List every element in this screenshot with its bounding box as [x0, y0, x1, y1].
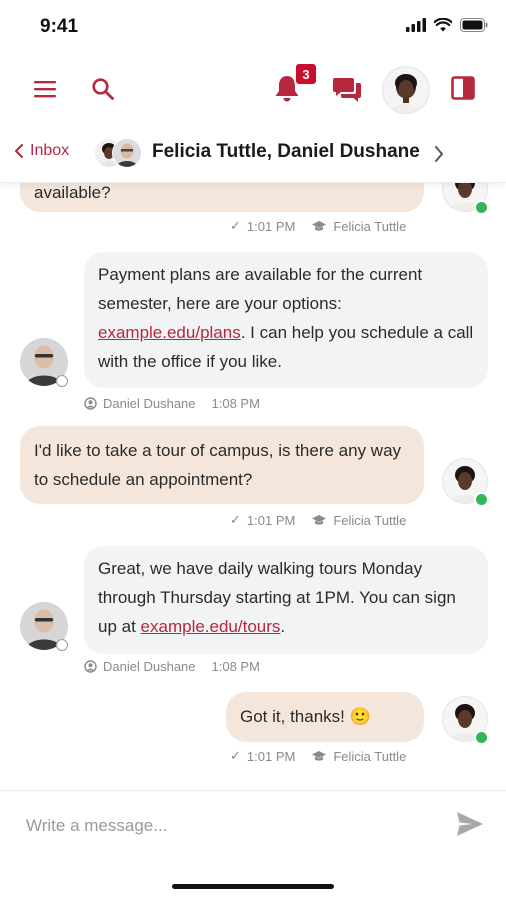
message-meta: ✓ 1:01 PM Felicia Tuttle [230, 218, 406, 234]
message-bubble-outgoing: I'd like to take a tour of campus, is th… [20, 426, 424, 504]
home-indicator [172, 884, 334, 889]
message-time: 1:01 PM [246, 512, 296, 528]
battery-icon [460, 18, 488, 32]
delivered-check-icon: ✓ [230, 218, 241, 233]
graduation-cap-icon [312, 515, 327, 525]
message-text: Payment plans are available for the curr… [98, 265, 423, 313]
message-link[interactable]: example.edu/tours [141, 617, 281, 636]
message-meta: Daniel Dushane 1:08 PM [84, 396, 260, 411]
message-meta: ✓ 1:01 PM Felicia Tuttle [230, 512, 406, 528]
message-author: Felicia Tuttle [333, 748, 407, 764]
message-author: Felicia Tuttle [333, 512, 407, 528]
chat-bubbles-icon[interactable] [330, 73, 364, 107]
message-meta: ✓ 1:01 PM Felicia Tuttle [230, 748, 406, 764]
online-status-indicator [474, 200, 489, 215]
message-bubble-incoming: Great, we have daily walking tours Monda… [84, 546, 488, 654]
message-composer [0, 790, 506, 861]
message-text: . [280, 617, 286, 636]
message-time: 1:08 PM [211, 396, 260, 411]
status-bar: 9:41 [0, 0, 506, 56]
participant-avatar-daniel [112, 138, 142, 168]
notification-count-badge: 3 [294, 62, 318, 86]
status-time: 9:41 [40, 16, 79, 37]
message-link[interactable]: example.edu/plans [98, 323, 241, 342]
wifi-icon [434, 18, 452, 32]
offline-status-indicator [56, 639, 68, 651]
user-circle-icon [84, 397, 97, 410]
app-toolbar [0, 60, 506, 120]
message-time: 1:08 PM [211, 659, 260, 674]
delivered-check-icon: ✓ [230, 748, 241, 763]
message-time: 1:01 PM [246, 218, 296, 234]
message-text: available? [34, 183, 111, 202]
message-bubble-outgoing: available? [20, 182, 424, 212]
message-time: 1:01 PM [246, 748, 296, 764]
conversation-title: Felicia Tuttle, Daniel Dushane [152, 141, 420, 162]
delivered-check-icon: ✓ [230, 512, 241, 527]
chevron-right-icon[interactable] [434, 146, 444, 162]
side-panel-toggle-icon[interactable] [448, 73, 478, 103]
message-input[interactable] [24, 807, 428, 845]
graduation-cap-icon [312, 221, 327, 231]
back-label: Inbox [30, 142, 70, 159]
cellular-signal-icon [406, 18, 426, 32]
participants-avatars [94, 138, 144, 168]
message-list[interactable]: available? ✓ 1:01 PM Felicia Tuttle Paym… [0, 182, 506, 790]
message-text: I'd like to take a tour of campus, is th… [34, 441, 402, 489]
message-bubble-outgoing: Got it, thanks! 🙂 [226, 692, 424, 742]
send-icon[interactable] [456, 811, 486, 841]
online-status-indicator [474, 730, 489, 745]
conversation-header: Inbox Felicia Tuttle, Daniel Dushane [0, 126, 506, 183]
user-profile-avatar[interactable] [382, 66, 430, 114]
message-author: Daniel Dushane [103, 659, 196, 674]
search-icon[interactable] [88, 74, 118, 104]
back-to-inbox-link[interactable]: Inbox [14, 142, 69, 160]
online-status-indicator [474, 492, 489, 507]
menu-icon[interactable] [30, 74, 60, 104]
user-circle-icon [84, 660, 97, 673]
message-author: Felicia Tuttle [333, 218, 407, 234]
chevron-left-icon [15, 144, 23, 158]
message-text: Got it, thanks! 🙂 [240, 707, 371, 726]
message-bubble-incoming: Payment plans are available for the curr… [84, 252, 488, 388]
message-meta: Daniel Dushane 1:08 PM [84, 659, 260, 674]
status-icons [406, 18, 488, 32]
graduation-cap-icon [312, 751, 327, 761]
offline-status-indicator [56, 375, 68, 387]
message-author: Daniel Dushane [103, 396, 196, 411]
